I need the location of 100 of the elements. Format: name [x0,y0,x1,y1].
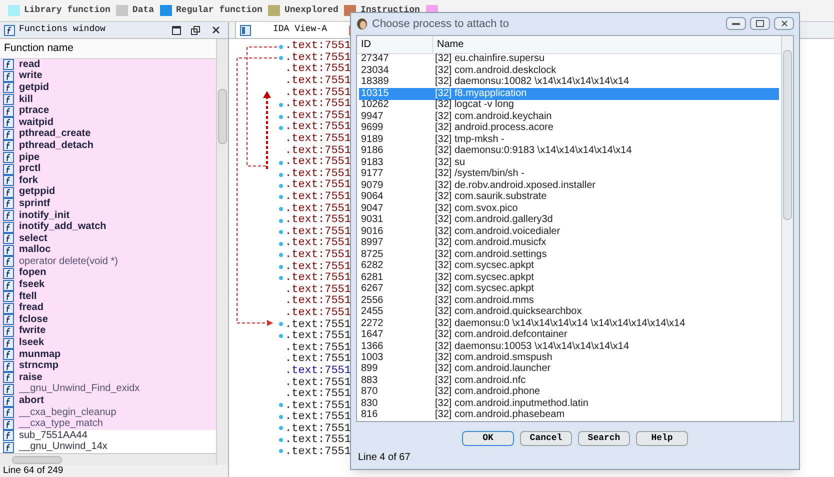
function-item[interactable]: select [0,232,216,244]
maximize-button[interactable] [750,17,770,30]
function-item[interactable]: getpid [0,82,216,94]
process-row[interactable]: 9064 [32] com.saurik.substrate [359,191,779,203]
dialog-button[interactable]: Cancel [520,431,572,446]
function-name: waitpid [19,118,54,128]
column-header[interactable]: Name [433,36,781,53]
function-icon [3,384,14,395]
function-item[interactable]: read [0,59,216,71]
code-line: .text:7551 [285,180,352,192]
function-item[interactable]: getppid [0,186,216,198]
function-icon [3,175,14,186]
function-item[interactable]: fseek [0,279,216,291]
process-row[interactable]: 899 [32] com.android.launcher [359,364,779,376]
dialog-button[interactable]: OK [462,431,514,446]
process-name: [32] su [435,158,466,168]
process-id: 2455 [360,307,384,318]
function-item[interactable]: malloc [0,244,216,256]
function-item[interactable]: ptrace [0,105,216,117]
restore-icon[interactable] [191,26,200,34]
function-item[interactable]: sprintf [0,198,216,210]
process-row[interactable]: 2556 [32] com.android.mms [359,294,779,306]
process-row[interactable]: 6282 [32] com.sycsec.apkpt [359,260,779,272]
function-item[interactable]: prctl [0,163,216,175]
function-icon [3,442,14,453]
function-item[interactable]: abort [0,395,216,407]
code-line: .text:7551 [285,308,352,320]
process-row[interactable]: 9016 [32] com.android.voicedialer [359,226,779,238]
dialog-button[interactable]: Help [636,431,688,446]
close-button[interactable] [774,17,794,30]
process-row[interactable]: 1647 [32] com.android.defcontainer [359,329,779,341]
column-header[interactable]: ID [357,36,433,53]
function-item[interactable]: __cxa_type_match [0,418,216,430]
status-text: Line 4 of 67 [357,451,412,465]
function-item[interactable]: fclose [0,314,216,326]
process-id: 816 [360,410,379,420]
process-row[interactable]: 9186 [32] daemonsu:0:9183 \x14\x14\x14\x14\x14 [359,146,779,158]
process-row[interactable]: 9947 [32] com.android.keychain [359,111,779,123]
process-row[interactable]: 9183 [32] su [359,157,779,168]
process-id: 2556 [360,296,384,306]
process-row[interactable]: 6281 [32] com.sycsec.apkpt [359,272,779,284]
process-row[interactable]: 9047 [32] com.svox.pico [359,202,779,214]
process-row[interactable]: 830 [32] com.android.inputmethod.latin [359,398,779,410]
function-item[interactable]: ftell [0,290,216,302]
process-row[interactable]: 1003 [32] com.android.smspush [359,352,779,364]
process-row[interactable]: 8725 [32] com.android.settings [359,248,779,260]
function-name: __gnu_Unwind_Find_exidx [19,384,140,394]
minimize-button[interactable] [726,17,746,30]
process-row[interactable]: 816 [32] com.android.phasebeam [359,410,779,421]
process-row[interactable]: 1366 [32] daemonsu:10053 \x14\x14\x14\x14\x14 [359,340,779,352]
close-icon[interactable] [212,26,220,34]
function-icon [3,164,14,175]
process-row[interactable]: 2272 [32] daemonsu:0 \x14\x14\x14\x14 \x14\x14\x14\x14\x14 [359,318,779,330]
function-item[interactable]: fwrite [0,326,216,338]
process-row[interactable]: 9699 [32] android.process.acore [359,122,779,134]
function-icon [3,128,14,140]
process-row[interactable]: 870 [32] com.android.phone [359,386,779,398]
function-item[interactable]: __gnu_Unwind_Find_exidx [0,384,216,396]
process-id: 883 [360,376,379,386]
process-row[interactable]: 2455 [32] com.android.quicksearchbox [359,306,779,318]
function-item[interactable]: operator delete(void *) [0,256,216,268]
function-item[interactable]: munmap [0,348,216,360]
function-name: sprintf [19,198,50,209]
column-header[interactable]: Function name [0,39,216,59]
process-row[interactable]: 9177 [32] /system/bin/sh - [359,168,779,180]
code-line: .text:7551 [285,145,352,157]
function-item[interactable]: write [0,70,216,82]
function-item[interactable]: waitpid [0,116,216,129]
process-row[interactable]: 883 [32] com.android.nfc [359,375,779,387]
function-item[interactable]: lseek [0,337,216,349]
function-item[interactable]: kill [0,94,216,106]
function-item[interactable]: strncmp [0,360,216,372]
function-item[interactable]: __cxa_begin_cleanup [0,406,216,418]
function-item[interactable]: pthread_create [0,128,216,140]
process-row[interactable]: 9031 [32] com.android.gallery3d [359,214,779,226]
function-item[interactable]: inotify_add_watch [0,221,216,233]
dialog-button[interactable]: Search [578,431,630,446]
code-line: .text:7551 [285,156,352,168]
code-line: .text:7551 [285,330,352,342]
function-item[interactable]: pthread_detach [0,140,216,152]
process-row[interactable]: 23034 [32] com.android.deskclock [359,65,779,77]
horizontal-scrollbar[interactable] [0,453,216,465]
function-item[interactable]: pipe [0,152,216,164]
process-row[interactable]: 18389 [32] daemonsu:10082 \x14\x14\x14\x14\x14 [359,76,779,88]
function-item[interactable]: raise [0,372,216,384]
maximize-icon[interactable] [172,26,181,34]
process-row[interactable]: 27347 [32] eu.chainfire.supersu [359,54,779,66]
function-icon [3,291,14,302]
function-item[interactable]: fread [0,302,216,314]
process-row[interactable]: 9189 [32] tmp-mksh - [359,134,779,146]
function-item[interactable]: inotify_init [0,210,216,222]
process-row[interactable]: 8997 [32] com.android.musicfx [359,237,779,249]
process-name: [32] com.android.inputmethod.latin [435,398,588,409]
vertical-scrollbar[interactable] [216,39,228,465]
vertical-scrollbar[interactable] [781,36,793,421]
function-item[interactable]: fopen [0,268,216,280]
function-item[interactable]: fork [0,174,216,187]
process-row[interactable]: 10262 [32] logcat -v long [359,100,779,112]
process-row[interactable]: 6267 [32] com.sycsec.apkpt [359,283,779,295]
process-row[interactable]: 9079 [32] de.robv.android.xposed.installer [359,180,779,192]
